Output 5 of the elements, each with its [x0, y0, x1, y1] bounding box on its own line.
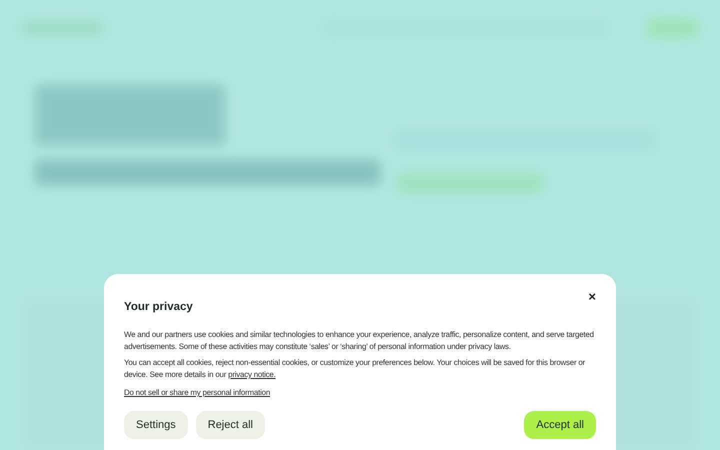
close-button[interactable]: × [584, 286, 600, 307]
accept-button[interactable]: Accept all [524, 411, 596, 439]
secondary-button[interactable]: Reject all [196, 411, 265, 439]
secondary-button[interactable]: Settings [124, 411, 188, 439]
dialog-title: Your privacy [124, 300, 193, 314]
